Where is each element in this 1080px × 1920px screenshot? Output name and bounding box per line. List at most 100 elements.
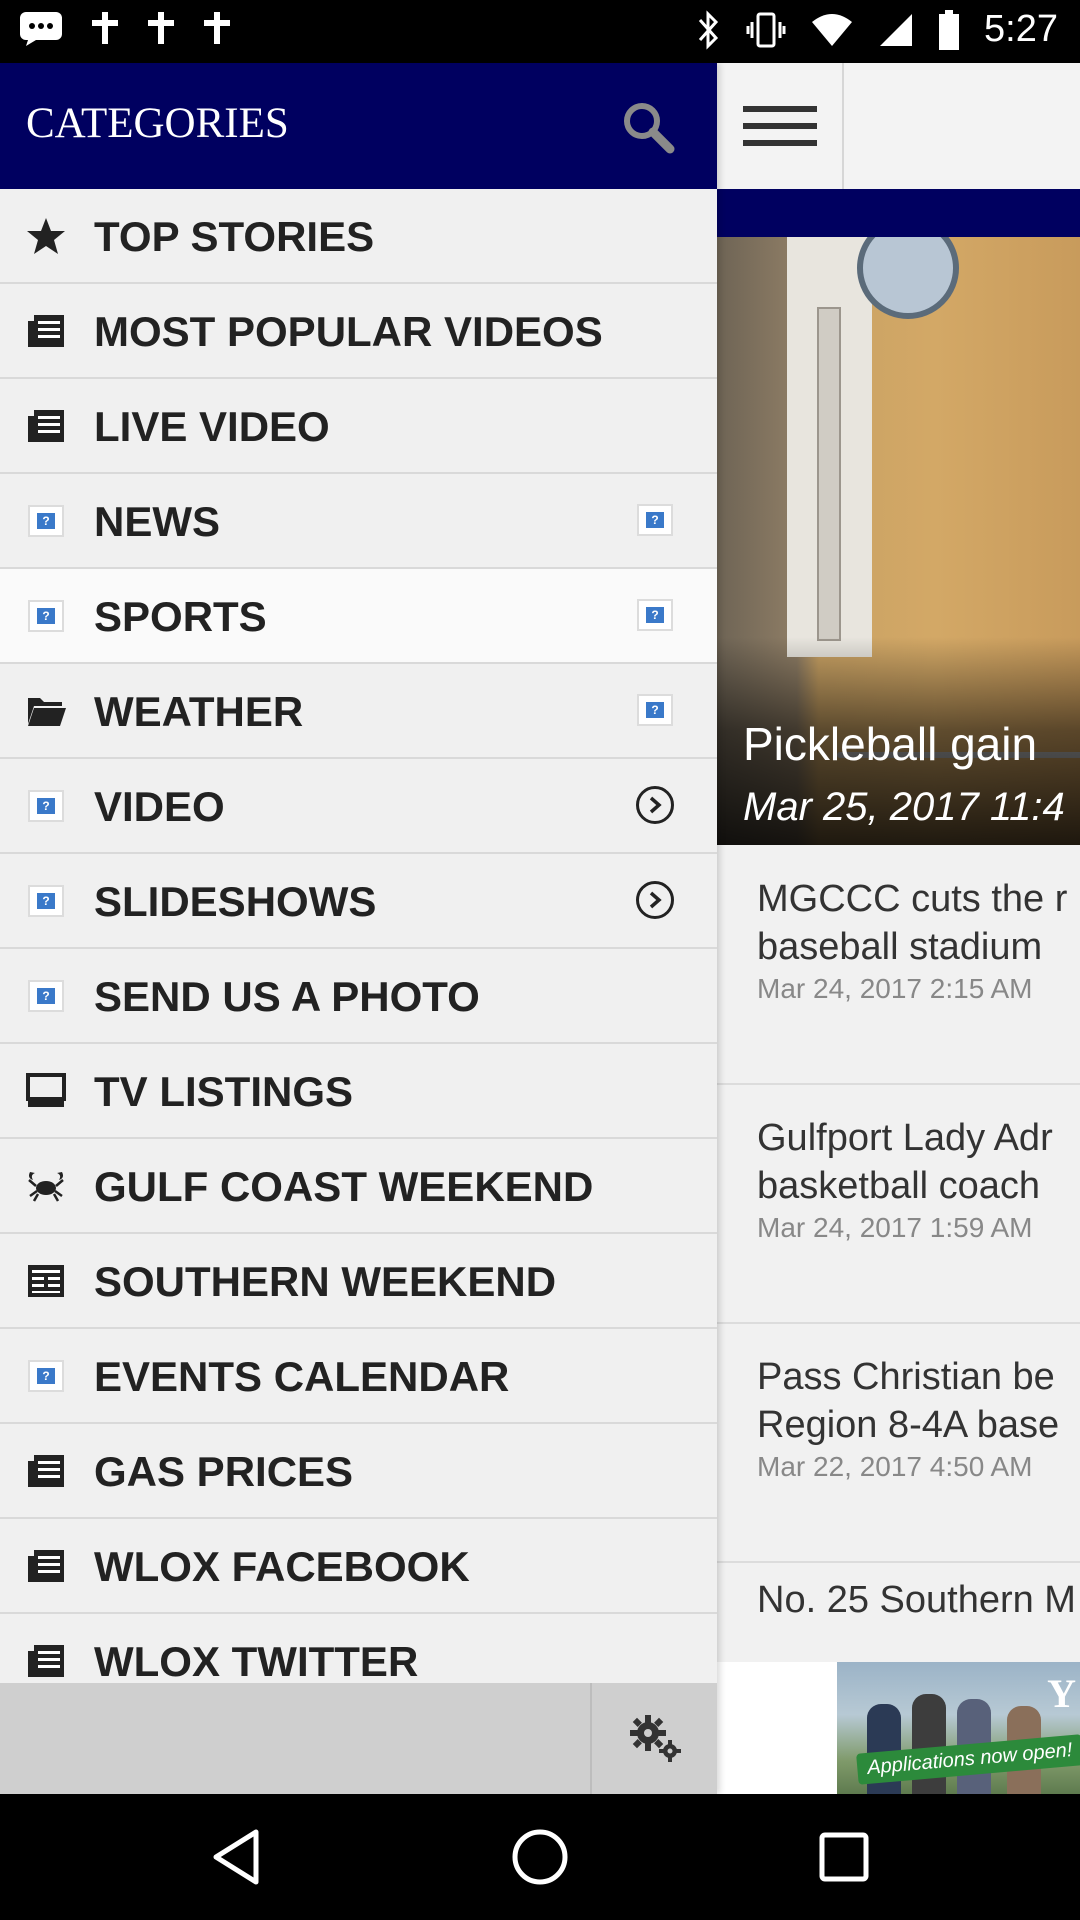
category-item-gas-prices[interactable]: GAS PRICES — [0, 1424, 717, 1519]
message-icon — [20, 12, 62, 46]
battery-icon — [939, 9, 960, 50]
category-label: MOST POPULAR VIDEOS — [94, 308, 603, 355]
ad-corner-letter: Y — [1047, 1671, 1076, 1716]
category-list: TOP STORIES MOST POPULAR VIDEOS LIVE VID… — [0, 189, 717, 1709]
ad-image: Applications now open! Y — [837, 1662, 1080, 1794]
document-icon — [26, 1641, 66, 1681]
search-button[interactable] — [620, 99, 676, 155]
story-date: Mar 24, 2017 1:59 AM — [757, 1212, 1033, 1243]
category-label: LIVE VIDEO — [94, 403, 330, 450]
document-icon — [26, 1546, 66, 1586]
drawer-header: CATEGORIES — [0, 63, 717, 189]
category-item-send-us-a-photo[interactable]: ? SEND US A PHOTO — [0, 949, 717, 1044]
document-icon — [26, 311, 66, 351]
chevron-right-icon[interactable] — [634, 784, 676, 826]
category-label: SOUTHERN WEEKEND — [94, 1258, 557, 1305]
category-item-gulf-coast-weekend[interactable]: GULF COAST WEEKEND — [0, 1139, 717, 1234]
folder-icon — [26, 691, 66, 731]
category-item-most-popular-videos[interactable]: MOST POPULAR VIDEOS — [0, 284, 717, 379]
article-strip — [717, 189, 1080, 237]
category-label: NEWS — [94, 498, 220, 545]
bluetooth-icon — [698, 9, 719, 50]
category-item-top-stories[interactable]: TOP STORIES — [0, 189, 717, 284]
category-label: VIDEO — [94, 783, 225, 830]
category-item-video[interactable]: ? VIDEO — [0, 759, 717, 854]
recents-square-icon — [819, 1832, 869, 1882]
category-item-weather[interactable]: WEATHER ? — [0, 664, 717, 759]
story-item[interactable]: MGCCC cuts the r baseball stadium Mar 24… — [717, 845, 1080, 1085]
chevron-right-icon[interactable] — [634, 879, 676, 921]
story-date: Mar 24, 2017 2:15 AM — [757, 973, 1033, 1004]
recents-button[interactable] — [814, 1827, 874, 1887]
back-button[interactable] — [206, 1827, 266, 1887]
clock-time: 5:27 — [984, 8, 1058, 50]
hero-date: Mar 25, 2017 11:4 — [743, 785, 1065, 829]
category-label: SEND US A PHOTO — [94, 973, 480, 1020]
category-item-live-video[interactable]: LIVE VIDEO — [0, 379, 717, 474]
placeholder-image-icon: ? — [26, 786, 66, 826]
newspaper-icon — [26, 1261, 66, 1301]
crab-icon — [26, 1166, 66, 1206]
placeholder-image-icon: ? — [634, 689, 676, 731]
hero-article[interactable]: Pickleball gain Mar 25, 2017 11:4 — [717, 237, 1080, 845]
category-item-slideshows[interactable]: ? SLIDESHOWS — [0, 854, 717, 949]
placeholder-image-icon: ? — [26, 1356, 66, 1396]
categories-drawer: CATEGORIES TOP STORIES MOST POPULAR VIDE… — [0, 63, 717, 1794]
category-label: SPORTS — [94, 593, 267, 640]
placeholder-image-icon: ? — [26, 881, 66, 921]
story-item[interactable]: Gulfport Lady Adr basketball coach Mar 2… — [717, 1084, 1080, 1324]
navigation-bar — [0, 1794, 1080, 1920]
category-label: GULF COAST WEEKEND — [94, 1163, 594, 1210]
home-circle-icon — [512, 1829, 568, 1885]
wifi-icon — [812, 13, 853, 46]
star-icon — [26, 216, 66, 256]
category-item-southern-weekend[interactable]: SOUTHERN WEEKEND — [0, 1234, 717, 1329]
notification-icon — [148, 12, 174, 44]
drawer-title: CATEGORIES — [26, 100, 289, 147]
ad-banner[interactable]: Applications now open! Y — [717, 1662, 1080, 1794]
placeholder-image-icon: ? — [26, 596, 66, 636]
story-item[interactable]: Pass Christian be Region 8-4A base Mar 2… — [717, 1323, 1080, 1563]
hamburger-menu-icon — [742, 106, 817, 146]
category-label: WLOX FACEBOOK — [94, 1543, 470, 1590]
article-panel: Pickleball gain Mar 25, 2017 11:4 MGCCC … — [717, 63, 1080, 1794]
category-label: EVENTS CALENDAR — [94, 1353, 510, 1400]
category-item-news[interactable]: ? NEWS ? — [0, 474, 717, 569]
search-icon — [624, 103, 675, 154]
category-item-sports[interactable]: ? SPORTS ? — [0, 569, 717, 664]
home-button[interactable] — [510, 1827, 570, 1887]
placeholder-image-icon: ? — [26, 501, 66, 541]
placeholder-image-icon: ? — [634, 499, 676, 541]
status-bar: 5:27 — [0, 0, 1080, 63]
vibrate-icon — [746, 12, 786, 47]
document-icon — [26, 406, 66, 446]
category-label: WEATHER — [94, 688, 304, 735]
category-item-wlox-facebook[interactable]: WLOX FACEBOOK — [0, 1519, 717, 1614]
signal-icon — [880, 13, 913, 46]
settings-button[interactable] — [590, 1683, 719, 1794]
category-item-tv-listings[interactable]: TV LISTINGS — [0, 1044, 717, 1139]
article-header — [717, 63, 1080, 189]
settings-gears-icon — [629, 1714, 681, 1762]
notification-icon — [92, 12, 118, 44]
story-date: Mar 22, 2017 4:50 AM — [757, 1451, 1033, 1482]
hero-title: Pickleball gain — [743, 718, 1038, 770]
placeholder-image-icon: ? — [26, 976, 66, 1016]
story-title: MGCCC cuts the r baseball stadium — [757, 878, 1068, 968]
category-label: GAS PRICES — [94, 1448, 354, 1495]
category-item-events-calendar[interactable]: ? EVENTS CALENDAR — [0, 1329, 717, 1424]
story-title: Gulfport Lady Adr basketball coach — [757, 1117, 1053, 1207]
menu-button[interactable] — [717, 63, 844, 189]
category-label: TV LISTINGS — [94, 1068, 354, 1115]
tv-icon — [26, 1071, 66, 1111]
notification-icon — [204, 12, 230, 44]
category-label: WLOX TWITTER — [94, 1638, 419, 1685]
document-icon — [26, 1451, 66, 1491]
story-title: Pass Christian be Region 8-4A base — [757, 1356, 1060, 1446]
story-title: No. 25 Southern M — [757, 1579, 1076, 1621]
back-triangle-icon — [213, 1829, 259, 1885]
category-label: SLIDESHOWS — [94, 878, 377, 925]
placeholder-image-icon: ? — [634, 594, 676, 636]
category-label: TOP STORIES — [94, 213, 375, 260]
drawer-footer — [0, 1683, 717, 1794]
